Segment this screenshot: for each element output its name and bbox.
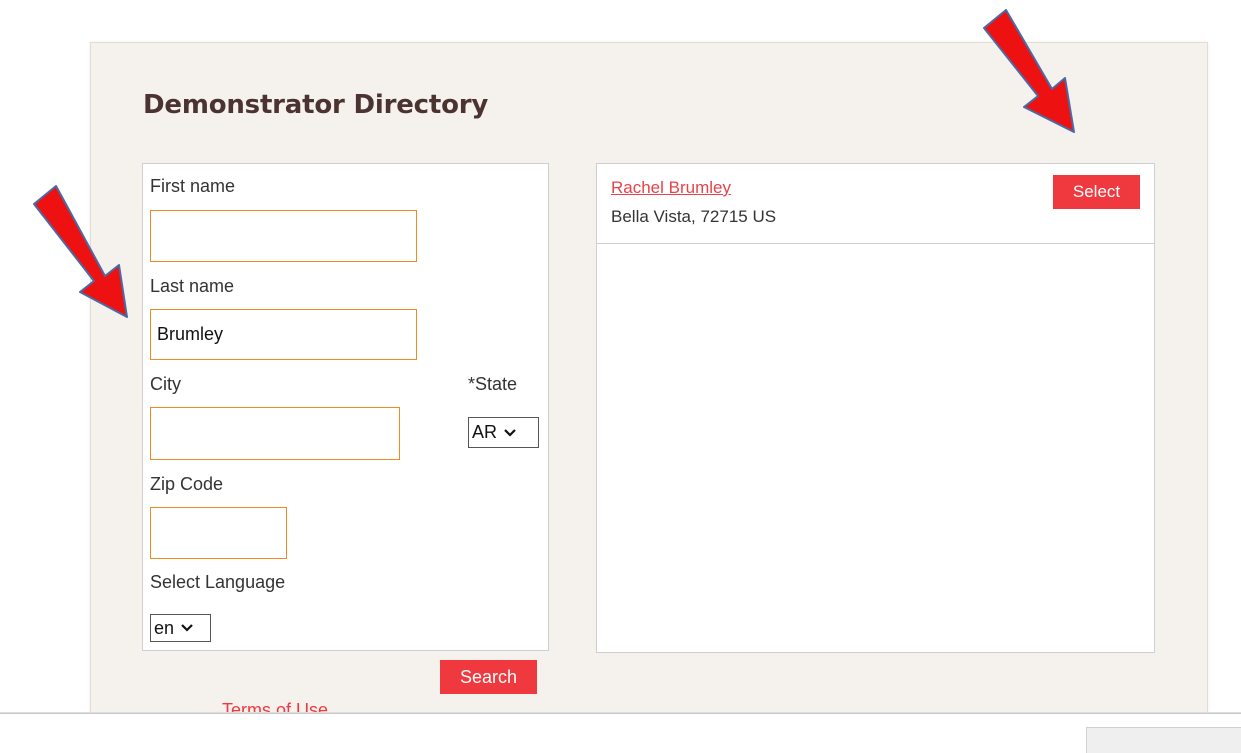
- result-address: Bella Vista, 72715 US: [611, 207, 777, 226]
- state-select[interactable]: AR: [468, 417, 539, 448]
- chevron-down-icon: [504, 428, 516, 437]
- city-input[interactable]: [150, 407, 400, 460]
- zip-label: Zip Code: [150, 474, 224, 494]
- result-name-link[interactable]: Rachel Brumley: [611, 178, 731, 198]
- search-button[interactable]: Search: [440, 660, 537, 694]
- red-arrow-icon: [983, 9, 1075, 133]
- language-select[interactable]: en: [150, 614, 211, 642]
- state-label: *State: [468, 374, 518, 394]
- select-button[interactable]: Select: [1053, 175, 1140, 209]
- first-name-input[interactable]: [150, 210, 417, 262]
- red-arrow-icon: [33, 185, 128, 318]
- language-label: Select Language: [150, 572, 286, 592]
- results-list: Rachel Brumley Bella Vista, 72715 US Sel…: [596, 163, 1155, 653]
- list-item: Rachel Brumley Bella Vista, 72715 US Sel…: [597, 164, 1154, 244]
- state-selected-value: AR: [472, 422, 498, 442]
- language-selected-value: en: [154, 617, 175, 638]
- last-name-input[interactable]: [150, 309, 417, 360]
- chevron-down-icon: [181, 624, 193, 632]
- bottom-bar: [0, 713, 1241, 753]
- city-label: City: [150, 374, 181, 394]
- zip-input[interactable]: [150, 507, 287, 559]
- last-name-label: Last name: [150, 276, 235, 296]
- bottom-corner-box: [1086, 727, 1241, 753]
- first-name-label: First name: [150, 176, 236, 196]
- page-title: Demonstrator Directory: [143, 90, 489, 120]
